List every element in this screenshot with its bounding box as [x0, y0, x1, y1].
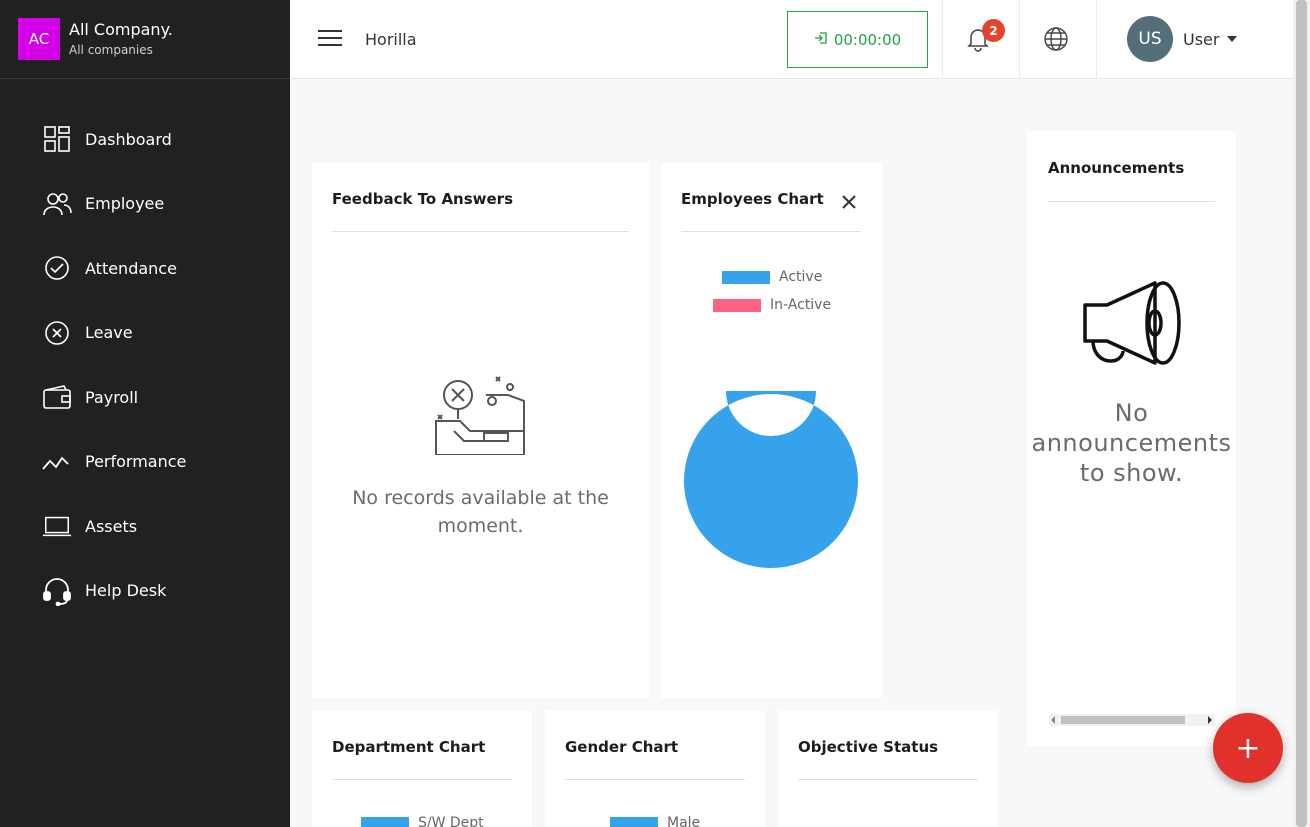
legend-label: S/W Dept [418, 815, 484, 827]
sidebar: AC All Company. All companies Dashboard … [0, 0, 290, 827]
header-divider [1096, 0, 1097, 79]
gender-chart-card: Gender Chart Male [545, 711, 765, 827]
page-scrollbar-thumb[interactable] [1296, 0, 1307, 827]
legend-label: Male [667, 815, 701, 827]
company-subtitle: All companies [69, 43, 153, 57]
user-name[interactable]: User [1183, 30, 1219, 49]
employees-donut-chart[interactable] [681, 391, 861, 571]
leave-icon [42, 318, 72, 348]
brand-name: Horilla [365, 30, 417, 49]
menu-icon[interactable] [318, 30, 342, 48]
sidebar-item-attendance[interactable]: Attendance [0, 236, 290, 301]
notification-badge: 2 [982, 19, 1005, 42]
legend-swatch [610, 816, 658, 827]
attendance-icon [42, 253, 72, 283]
card-divider [332, 231, 629, 232]
feedback-card: Feedback To Answers No records available… [312, 163, 649, 698]
sidebar-item-help-desk[interactable]: Help Desk [0, 559, 290, 624]
card-divider [1048, 201, 1215, 202]
sign-in-icon [814, 31, 828, 49]
legend-swatch [361, 816, 409, 827]
legend-label: In-Active [770, 297, 832, 313]
legend-item-inactive[interactable]: In-Active [713, 297, 831, 313]
company-name: All Company. [69, 20, 173, 39]
assets-icon [42, 511, 72, 541]
header-divider [1019, 0, 1020, 79]
legend-swatch-active [722, 270, 770, 284]
employee-icon [42, 189, 72, 219]
sidebar-item-employee[interactable]: Employee [0, 172, 290, 237]
card-title: Gender Chart [565, 738, 679, 756]
sidebar-nav: Dashboard Employee Attendance Leave Payr… [0, 107, 290, 623]
sidebar-item-payroll[interactable]: Payroll [0, 365, 290, 430]
timer-value: 00:00:00 [833, 30, 902, 49]
add-button[interactable]: + [1213, 713, 1283, 783]
card-divider [332, 779, 512, 780]
scroll-right-icon[interactable] [1208, 716, 1212, 724]
sidebar-item-label: Attendance [85, 258, 177, 278]
card-title: Department Chart [332, 738, 486, 756]
sidebar-item-label: Employee [85, 194, 165, 214]
sidebar-item-label: Payroll [85, 387, 139, 407]
top-header: Horilla 00:00:00 2 US User [290, 0, 1293, 79]
legend-label: Active [779, 269, 823, 285]
card-title: Objective Status [798, 738, 939, 756]
sidebar-item-label: Assets [85, 516, 138, 536]
no-records-icon [434, 375, 528, 459]
sidebar-item-label: Leave [85, 323, 133, 343]
card-title: Feedback To Answers [332, 190, 514, 208]
department-chart-card: Department Chart S/W Dept [312, 711, 532, 827]
objective-status-card: Objective Status [778, 711, 998, 827]
card-divider [798, 779, 978, 780]
sidebar-item-dashboard[interactable]: Dashboard [0, 107, 290, 172]
company-switcher[interactable]: AC All Company. All companies [0, 0, 290, 79]
company-avatar: AC [18, 18, 60, 60]
dashboard-icon [42, 124, 72, 154]
card-title: Announcements [1048, 159, 1185, 177]
card-divider [681, 231, 861, 232]
legend-swatch-inactive [713, 298, 761, 312]
empty-message: No records available at the moment. [352, 487, 609, 537]
legend-item-male[interactable]: Male [610, 815, 700, 827]
announcements-scrollbar[interactable] [1049, 714, 1215, 726]
sidebar-item-leave[interactable]: Leave [0, 301, 290, 366]
legend-item-active[interactable]: Active [722, 269, 822, 285]
avatar[interactable]: US [1127, 16, 1173, 62]
card-title: Employees Chart [681, 190, 824, 208]
card-divider [565, 779, 745, 780]
employees-chart-card: Employees Chart Active In-Active [661, 163, 882, 698]
sidebar-item-label: Help Desk [85, 581, 167, 601]
empty-message: No announcements to show. [1031, 399, 1232, 487]
chevron-down-icon[interactable] [1227, 36, 1237, 42]
sidebar-item-label: Performance [85, 452, 187, 472]
payroll-icon [42, 382, 72, 412]
sidebar-item-label: Dashboard [85, 129, 172, 149]
megaphone-icon [1081, 281, 1183, 371]
performance-icon [42, 447, 72, 477]
header-divider [942, 0, 943, 79]
announcements-card: Announcements No announcements to show. [1027, 131, 1236, 746]
sidebar-item-performance[interactable]: Performance [0, 430, 290, 495]
scroll-left-icon[interactable] [1051, 716, 1055, 724]
sidebar-item-assets[interactable]: Assets [0, 494, 290, 559]
scrollbar-thumb[interactable] [1061, 716, 1185, 724]
check-in-button[interactable]: 00:00:00 [787, 11, 928, 68]
legend-item-sw-dept[interactable]: S/W Dept [361, 815, 484, 827]
globe-icon[interactable] [1043, 26, 1069, 52]
close-icon[interactable] [841, 194, 857, 210]
help-desk-icon [42, 576, 72, 606]
